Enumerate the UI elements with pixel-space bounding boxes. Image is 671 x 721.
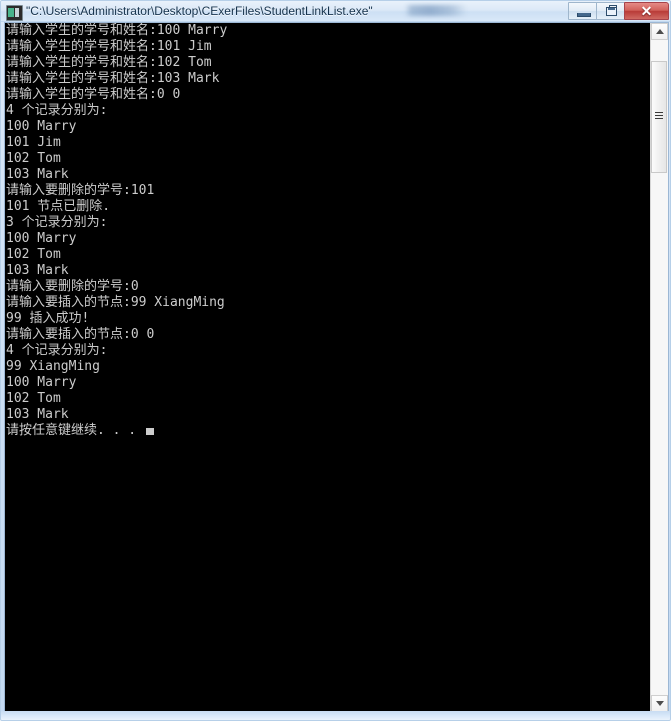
console-line: 103 Mark — [6, 167, 69, 182]
console-prompt-text: 请按任意键继续. . . — [6, 423, 144, 438]
console-line: 请输入学生的学号和姓名:100 Marry — [6, 23, 228, 38]
restore-icon — [606, 7, 617, 16]
text-cursor — [145, 428, 154, 435]
close-button[interactable]: ✕ — [624, 2, 669, 20]
console-prompt-line: 请按任意键继续. . . — [6, 423, 650, 439]
console-text: 请输入学生的学号和姓名:100 Marry 请输入学生的学号和姓名:101 Jim… — [6, 23, 650, 439]
scrollbar-grip-icon — [655, 112, 663, 122]
scroll-up-button[interactable] — [651, 23, 668, 40]
window-bottom-border — [1, 711, 670, 720]
vertical-scrollbar[interactable] — [650, 23, 668, 712]
window-title: "C:\Users\Administrator\Desktop\CExerFil… — [26, 4, 373, 18]
minimize-icon — [577, 13, 591, 17]
console-line: 102 Tom — [6, 247, 61, 262]
close-icon: ✕ — [640, 3, 653, 19]
redacted-title-region — [405, 5, 467, 16]
console-line: 101 节点已删除. — [6, 199, 111, 214]
console-line: 请输入学生的学号和姓名:101 Jim — [6, 39, 212, 54]
title-bar[interactable]: "C:\Users\Administrator\Desktop\CExerFil… — [1, 1, 670, 22]
console-line: 103 Mark — [6, 407, 69, 422]
console-frame: 请输入学生的学号和姓名:100 Marry 请输入学生的学号和姓名:101 Jim… — [4, 22, 669, 713]
triangle-down-icon — [656, 701, 664, 706]
console-line: 请输入学生的学号和姓名:102 Tom — [6, 55, 212, 70]
restore-button[interactable] — [596, 2, 625, 20]
console-line: 99 XiangMing — [6, 359, 100, 374]
caption-buttons: ✕ — [568, 2, 669, 21]
scroll-down-button[interactable] — [651, 695, 668, 712]
console-line: 请输入学生的学号和姓名:0 0 — [6, 87, 181, 102]
triangle-up-icon — [656, 29, 664, 34]
console-line: 102 Tom — [6, 151, 61, 166]
console-line: 4 个记录分别为: — [6, 103, 108, 118]
console-line: 100 Marry — [6, 119, 77, 134]
console-line: 101 Jim — [6, 135, 61, 150]
console-window: "C:\Users\Administrator\Desktop\CExerFil… — [0, 0, 671, 721]
console-app-icon — [6, 5, 23, 21]
console-line: 请输入要插入的节点:0 0 — [6, 327, 155, 342]
console-output-area[interactable]: 请输入学生的学号和姓名:100 Marry 请输入学生的学号和姓名:101 Jim… — [5, 23, 650, 712]
minimize-button[interactable] — [568, 2, 597, 20]
console-line: 请输入要删除的学号:0 — [6, 279, 139, 294]
console-line: 请输入要删除的学号:101 — [6, 183, 155, 198]
console-line: 100 Marry — [6, 375, 77, 390]
scrollbar-track[interactable] — [651, 40, 668, 695]
scrollbar-thumb[interactable] — [651, 61, 667, 173]
console-line: 3 个记录分别为: — [6, 215, 108, 230]
console-line: 103 Mark — [6, 263, 69, 278]
console-line: 4 个记录分别为: — [6, 343, 108, 358]
console-line: 请输入学生的学号和姓名:103 Mark — [6, 71, 220, 86]
console-line: 100 Marry — [6, 231, 77, 246]
console-line: 请输入要插入的节点:99 XiangMing — [6, 295, 225, 310]
console-line: 102 Tom — [6, 391, 61, 406]
console-line: 99 插入成功! — [6, 311, 90, 326]
